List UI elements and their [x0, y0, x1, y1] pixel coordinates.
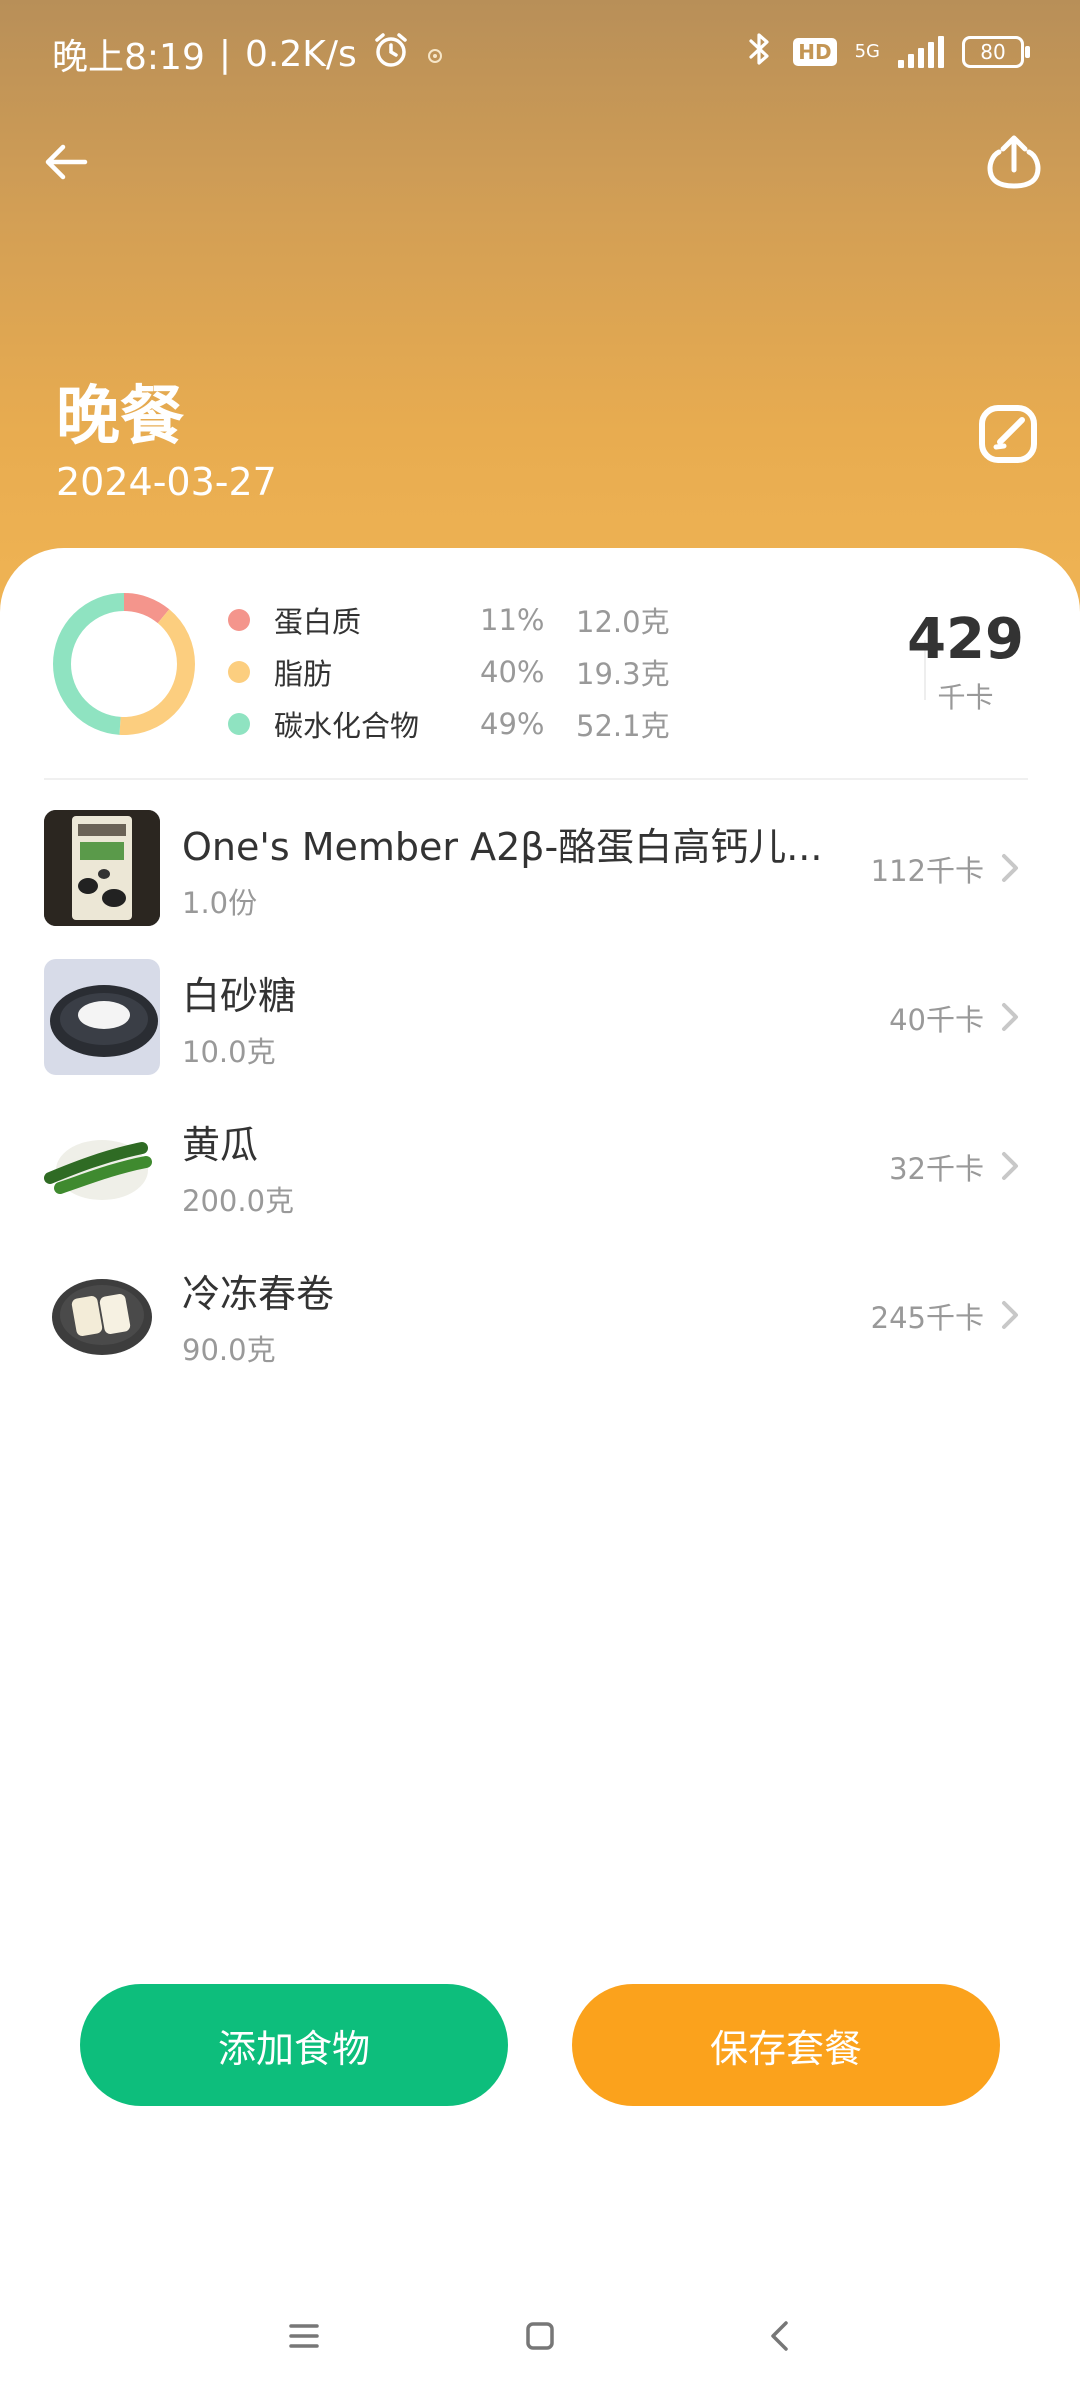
- system-nav-bar: [0, 2300, 1080, 2372]
- summary-divider: [44, 778, 1028, 780]
- fat-amount: 19.3克: [576, 657, 670, 691]
- hd-badge: HD: [793, 38, 837, 66]
- legend-row-fat: 脂肪 40% 19.3克: [228, 646, 670, 698]
- food-kcal: 32千卡: [889, 1152, 984, 1186]
- protein-dot: [228, 609, 250, 631]
- chevron-right-icon: [996, 850, 1024, 886]
- food-amount: 200.0克: [182, 1184, 295, 1218]
- food-item[interactable]: 黄瓜 200.0克 32千卡: [0, 1108, 1080, 1257]
- network-type-label: 5G: [854, 41, 880, 62]
- share-button[interactable]: [974, 124, 1054, 204]
- food-name: 冷冻春卷: [182, 1272, 335, 1316]
- carbs-label: 碳水化合物: [274, 709, 420, 743]
- food-amount: 1.0份: [182, 886, 258, 920]
- status-network-speed: 0.2K/s: [244, 33, 357, 75]
- fat-dot: [228, 661, 250, 683]
- protein-label: 蛋白质: [274, 605, 362, 639]
- chevron-right-icon: [996, 999, 1024, 1035]
- back-button[interactable]: [26, 124, 106, 204]
- food-item[interactable]: One's Member A2β-酪蛋白高钙儿... 1.0份 112千卡: [0, 810, 1080, 959]
- fat-percent: 40%: [480, 655, 545, 689]
- signal-icon: [898, 36, 944, 68]
- food-list: One's Member A2β-酪蛋白高钙儿... 1.0份 112千卡 白砂…: [0, 810, 1080, 1406]
- protein-percent: 11%: [480, 603, 545, 637]
- total-kcal-value: 429: [907, 607, 1024, 672]
- notification-icon: [425, 34, 445, 75]
- nutrition-summary: 蛋白质 11% 12.0克 脂肪 40% 19.3克 碳水化合物 49% 52.…: [0, 548, 1080, 780]
- legend-row-carbs: 碳水化合物 49% 52.1克: [228, 698, 670, 750]
- food-kcal: 245千卡: [870, 1301, 984, 1335]
- save-meal-button[interactable]: 保存套餐: [572, 1984, 1000, 2106]
- food-amount: 90.0克: [182, 1333, 276, 1367]
- battery-level: 80: [980, 40, 1006, 64]
- food-amount: 10.0克: [182, 1035, 276, 1069]
- food-image-spring-rolls: [44, 1257, 160, 1373]
- legend-row-protein: 蛋白质 11% 12.0克: [228, 594, 670, 646]
- carbs-percent: 49%: [480, 707, 545, 741]
- chevron-right-icon: [996, 1297, 1024, 1333]
- edit-meal-button[interactable]: [966, 394, 1050, 478]
- carbs-amount: 52.1克: [576, 709, 670, 743]
- food-kcal: 40千卡: [889, 1003, 984, 1037]
- home-icon[interactable]: [518, 2314, 562, 2358]
- status-left: 晚上8:19 | 0.2K/s: [52, 28, 445, 80]
- status-separator: |: [218, 33, 231, 75]
- battery-icon: 80: [962, 36, 1030, 68]
- carbs-dot: [228, 713, 250, 735]
- food-item[interactable]: 冷冻春卷 90.0克 245千卡: [0, 1257, 1080, 1406]
- macro-legend: 蛋白质 11% 12.0克 脂肪 40% 19.3克 碳水化合物 49% 52.…: [228, 594, 670, 750]
- alarm-icon: [371, 30, 411, 79]
- total-kcal-unit: 千卡: [937, 681, 994, 714]
- status-bar: 晚上8:19 | 0.2K/s HD 5G 80: [0, 0, 1080, 110]
- bluetooth-icon: [745, 30, 775, 74]
- food-image-sugar: [44, 959, 160, 1075]
- network-type: 5G: [855, 43, 880, 61]
- food-image-cucumber: [44, 1108, 160, 1224]
- status-time: 晚上8:19: [52, 37, 205, 78]
- add-food-button[interactable]: 添加食物: [80, 1984, 508, 2106]
- edit-icon: [974, 400, 1042, 472]
- total-calories: 429 千卡: [907, 610, 1024, 716]
- meal-title: 晚餐: [56, 380, 184, 454]
- macro-donut-chart: [53, 593, 195, 735]
- status-right: HD 5G 80: [745, 30, 1030, 74]
- fat-label: 脂肪: [274, 657, 333, 691]
- food-image-milk: [44, 810, 160, 926]
- menu-icon[interactable]: [282, 2314, 326, 2358]
- back-arrow-icon: [41, 137, 91, 191]
- food-kcal: 112千卡: [870, 854, 984, 888]
- chevron-right-icon: [996, 1148, 1024, 1184]
- meal-date: 2024-03-27: [56, 460, 277, 504]
- food-item[interactable]: 白砂糖 10.0克 40千卡: [0, 959, 1080, 1108]
- food-name: 黄瓜: [182, 1123, 259, 1167]
- food-name: One's Member A2β-酪蛋白高钙儿...: [182, 825, 823, 869]
- food-name: 白砂糖: [182, 974, 297, 1018]
- nav-back-icon[interactable]: [758, 2314, 802, 2358]
- meal-card: 蛋白质 11% 12.0克 脂肪 40% 19.3克 碳水化合物 49% 52.…: [0, 548, 1080, 2400]
- protein-amount: 12.0克: [576, 605, 670, 639]
- upload-share-icon: [984, 132, 1044, 196]
